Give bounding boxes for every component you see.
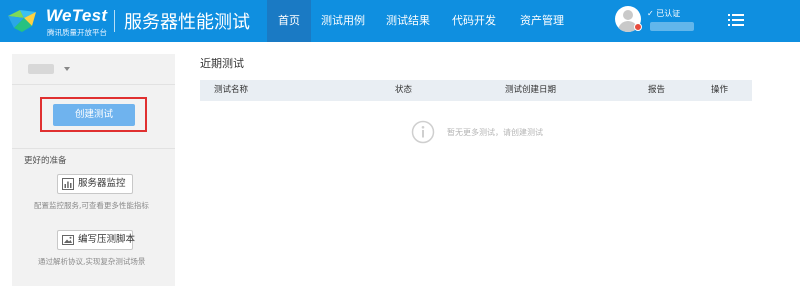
column-header-created-date[interactable]: 测试创建日期	[505, 80, 556, 101]
logo-wordmark: WeTest	[46, 6, 108, 25]
notification-dot	[634, 23, 642, 31]
project-selector[interactable]	[12, 54, 175, 84]
chevron-down-icon	[64, 67, 70, 71]
server-monitor-description: 配置监控服务,可查看更多性能指标	[34, 201, 149, 210]
column-header-test-name[interactable]: 测试名称	[214, 80, 248, 101]
sidebar-divider	[12, 148, 175, 149]
server-monitor-label: 服务器监控	[78, 178, 126, 189]
main-nav: 首页 测试用例 测试结果 代码开发 资产管理	[267, 0, 577, 42]
wetest-logo[interactable]: WeTest 腾讯质量开放平台	[6, 4, 116, 38]
nav-asset-management[interactable]: 资产管理	[507, 0, 577, 42]
logo-subtitle: 腾讯质量开放平台	[47, 28, 107, 37]
table-header: 测试名称 状态 测试创建日期 报告 操作	[200, 80, 752, 101]
write-script-label: 编写压测脚本	[78, 234, 136, 245]
create-test-highlight: 创建测试	[40, 97, 147, 132]
nav-home[interactable]: 首页	[267, 0, 311, 42]
nav-test-results[interactable]: 测试结果	[375, 0, 441, 42]
sidebar: 创建测试 更好的准备 服务器监控 配置监控服务,可查看更多性能指标 编写压测脚本…	[12, 54, 175, 286]
header-divider	[114, 10, 115, 32]
wetest-logo-icon	[8, 10, 36, 32]
script-image-icon	[62, 235, 74, 245]
write-script-description: 通过解析协议,实现复杂测试场景	[38, 257, 146, 266]
project-name-redacted	[28, 64, 54, 74]
bar-chart-icon	[62, 178, 74, 190]
empty-state-text: 暂无更多测试，请创建测试	[447, 128, 543, 137]
column-header-actions[interactable]: 操作	[711, 80, 728, 101]
username-redacted[interactable]	[650, 22, 694, 31]
info-circle-icon	[411, 120, 435, 144]
write-script-button[interactable]: 编写压测脚本	[57, 230, 136, 250]
nav-test-cases[interactable]: 测试用例	[311, 0, 375, 42]
verified-status: ✓ 已认证	[647, 9, 681, 18]
app-title: 服务器性能测试	[124, 12, 250, 33]
recent-tests-title: 近期测试	[200, 57, 244, 70]
hamburger-menu-icon[interactable]	[727, 12, 745, 28]
preparation-title: 更好的准备	[24, 156, 67, 166]
user-avatar[interactable]	[614, 5, 644, 35]
column-header-status[interactable]: 状态	[395, 80, 412, 101]
column-header-report[interactable]: 报告	[648, 80, 665, 101]
top-navigation-bar: WeTest 腾讯质量开放平台 服务器性能测试 首页 测试用例 测试结果 代码开…	[0, 0, 800, 42]
sidebar-divider	[12, 84, 175, 85]
server-monitor-button[interactable]: 服务器监控	[57, 174, 133, 194]
create-test-button[interactable]: 创建测试	[53, 104, 135, 126]
nav-code-dev[interactable]: 代码开发	[441, 0, 507, 42]
